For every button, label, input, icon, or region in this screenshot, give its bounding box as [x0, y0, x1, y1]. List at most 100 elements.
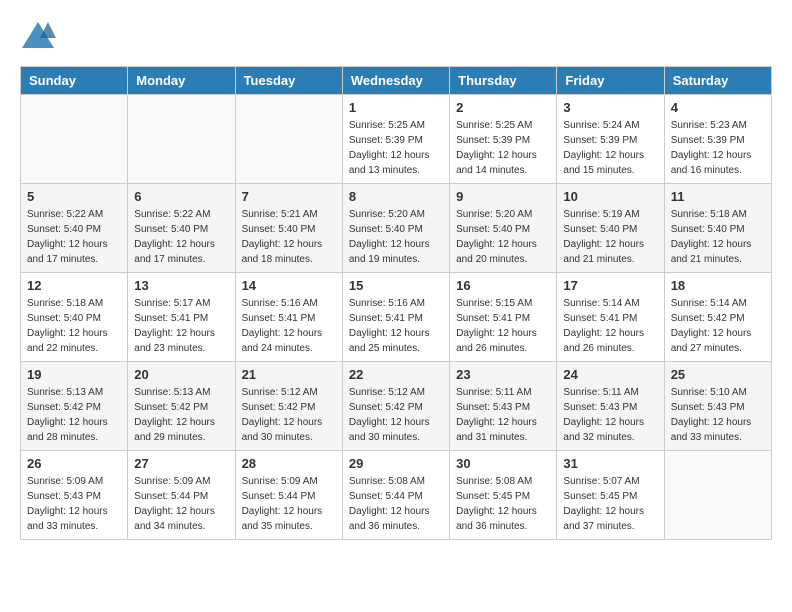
day-number: 10 [563, 189, 657, 204]
day-number: 11 [671, 189, 765, 204]
day-number: 20 [134, 367, 228, 382]
calendar-cell: 18 Sunrise: 5:14 AM Sunset: 5:42 PM Dayli… [664, 273, 771, 362]
day-info: Sunrise: 5:08 AM Sunset: 5:45 PM Dayligh… [456, 474, 550, 534]
calendar-header-row: SundayMondayTuesdayWednesdayThursdayFrid… [21, 67, 772, 95]
logo-icon [20, 20, 56, 50]
day-header-sunday: Sunday [21, 67, 128, 95]
day-number: 15 [349, 278, 443, 293]
day-number: 19 [27, 367, 121, 382]
day-info: Sunrise: 5:12 AM Sunset: 5:42 PM Dayligh… [349, 385, 443, 445]
day-info: Sunrise: 5:09 AM Sunset: 5:43 PM Dayligh… [27, 474, 121, 534]
day-header-monday: Monday [128, 67, 235, 95]
day-number: 7 [242, 189, 336, 204]
calendar-cell: 24 Sunrise: 5:11 AM Sunset: 5:43 PM Dayli… [557, 362, 664, 451]
calendar-cell: 14Sunrise: 5:16 AM Sunset: 5:41 PM Dayli… [235, 273, 342, 362]
day-info: Sunrise: 5:25 AM Sunset: 5:39 PM Dayligh… [349, 118, 443, 178]
calendar-cell: 9 Sunrise: 5:20 AM Sunset: 5:40 PM Daylig… [450, 184, 557, 273]
day-info: Sunrise: 5:08 AM Sunset: 5:44 PM Dayligh… [349, 474, 443, 534]
day-number: 31 [563, 456, 657, 471]
calendar-cell: 7 Sunrise: 5:21 AM Sunset: 5:40 PM Daylig… [235, 184, 342, 273]
calendar-week-row: 19 Sunrise: 5:13 AM Sunset: 5:42 PM Dayli… [21, 362, 772, 451]
calendar-cell: 1 Sunrise: 5:25 AM Sunset: 5:39 PM Daylig… [342, 95, 449, 184]
day-number: 25 [671, 367, 765, 382]
calendar-cell: 5Sunrise: 5:22 AM Sunset: 5:40 PM Daylig… [21, 184, 128, 273]
day-info: Sunrise: 5:20 AM Sunset: 5:40 PM Dayligh… [456, 207, 550, 267]
day-number: 2 [456, 100, 550, 115]
calendar-cell: 12Sunrise: 5:18 AM Sunset: 5:40 PM Dayli… [21, 273, 128, 362]
day-number: 28 [242, 456, 336, 471]
calendar-cell: 25 Sunrise: 5:10 AM Sunset: 5:43 PM Dayli… [664, 362, 771, 451]
day-number: 17 [563, 278, 657, 293]
calendar-cell: 4 Sunrise: 5:23 AM Sunset: 5:39 PM Daylig… [664, 95, 771, 184]
day-info: Sunrise: 5:16 AM Sunset: 5:41 PM Dayligh… [349, 296, 443, 356]
calendar-cell: 15 Sunrise: 5:16 AM Sunset: 5:41 PM Dayli… [342, 273, 449, 362]
calendar-cell: 19Sunrise: 5:13 AM Sunset: 5:42 PM Dayli… [21, 362, 128, 451]
calendar-cell: 27 Sunrise: 5:09 AM Sunset: 5:44 PM Dayli… [128, 451, 235, 540]
calendar-week-row: 1 Sunrise: 5:25 AM Sunset: 5:39 PM Daylig… [21, 95, 772, 184]
calendar-cell: 11 Sunrise: 5:18 AM Sunset: 5:40 PM Dayli… [664, 184, 771, 273]
day-number: 3 [563, 100, 657, 115]
day-number: 13 [134, 278, 228, 293]
day-info: Sunrise: 5:10 AM Sunset: 5:43 PM Dayligh… [671, 385, 765, 445]
calendar-cell: 23 Sunrise: 5:11 AM Sunset: 5:43 PM Dayli… [450, 362, 557, 451]
calendar-cell [235, 95, 342, 184]
calendar-cell: 10 Sunrise: 5:19 AM Sunset: 5:40 PM Dayli… [557, 184, 664, 273]
day-number: 24 [563, 367, 657, 382]
calendar-week-row: 5 Sunrise: 5:22 AM Sunset: 5:40 PM Daylig… [21, 184, 772, 273]
day-info: Sunrise: 5:11 AM Sunset: 5:43 PM Dayligh… [563, 385, 657, 445]
day-number: 4 [671, 100, 765, 115]
day-number: 22 [349, 367, 443, 382]
calendar-cell: 3 Sunrise: 5:24 AM Sunset: 5:39 PM Daylig… [557, 95, 664, 184]
day-number: 9 [456, 189, 550, 204]
calendar-cell: 2 Sunrise: 5:25 AM Sunset: 5:39 PM Daylig… [450, 95, 557, 184]
day-number: 27 [134, 456, 228, 471]
day-number: 29 [349, 456, 443, 471]
calendar-cell: 29 Sunrise: 5:08 AM Sunset: 5:44 PM Dayli… [342, 451, 449, 540]
day-info: Sunrise: 5:21 AM Sunset: 5:40 PM Dayligh… [242, 207, 336, 267]
day-info: Sunrise: 5:12 AM Sunset: 5:42 PM Dayligh… [242, 385, 336, 445]
day-info: Sunrise: 5:17 AM Sunset: 5:41 PM Dayligh… [134, 296, 228, 356]
day-number: 16 [456, 278, 550, 293]
calendar-cell: 8Sunrise: 5:20 AM Sunset: 5:40 PM Daylig… [342, 184, 449, 273]
day-info: Sunrise: 5:25 AM Sunset: 5:39 PM Dayligh… [456, 118, 550, 178]
calendar-cell: 26 Sunrise: 5:09 AM Sunset: 5:43 PM Dayli… [21, 451, 128, 540]
day-info: Sunrise: 5:09 AM Sunset: 5:44 PM Dayligh… [242, 474, 336, 534]
calendar-week-row: 26 Sunrise: 5:09 AM Sunset: 5:43 PM Dayli… [21, 451, 772, 540]
page-header [20, 20, 772, 50]
day-info: Sunrise: 5:22 AM Sunset: 5:40 PM Dayligh… [134, 207, 228, 267]
calendar-cell [664, 451, 771, 540]
day-info: Sunrise: 5:23 AM Sunset: 5:39 PM Dayligh… [671, 118, 765, 178]
day-number: 30 [456, 456, 550, 471]
day-info: Sunrise: 5:09 AM Sunset: 5:44 PM Dayligh… [134, 474, 228, 534]
day-info: Sunrise: 5:16 AM Sunset: 5:41 PM Dayligh… [242, 296, 336, 356]
day-info: Sunrise: 5:15 AM Sunset: 5:41 PM Dayligh… [456, 296, 550, 356]
calendar-cell [128, 95, 235, 184]
calendar-cell: 21Sunrise: 5:12 AM Sunset: 5:42 PM Dayli… [235, 362, 342, 451]
day-info: Sunrise: 5:14 AM Sunset: 5:42 PM Dayligh… [671, 296, 765, 356]
calendar-cell [21, 95, 128, 184]
day-header-friday: Friday [557, 67, 664, 95]
day-header-wednesday: Wednesday [342, 67, 449, 95]
calendar-cell: 30 Sunrise: 5:08 AM Sunset: 5:45 PM Dayli… [450, 451, 557, 540]
calendar-table: SundayMondayTuesdayWednesdayThursdayFrid… [20, 66, 772, 540]
day-number: 23 [456, 367, 550, 382]
calendar-week-row: 12Sunrise: 5:18 AM Sunset: 5:40 PM Dayli… [21, 273, 772, 362]
day-info: Sunrise: 5:24 AM Sunset: 5:39 PM Dayligh… [563, 118, 657, 178]
calendar-cell: 22 Sunrise: 5:12 AM Sunset: 5:42 PM Dayli… [342, 362, 449, 451]
day-number: 12 [27, 278, 121, 293]
day-number: 1 [349, 100, 443, 115]
calendar-cell: 13 Sunrise: 5:17 AM Sunset: 5:41 PM Dayli… [128, 273, 235, 362]
calendar-cell: 6Sunrise: 5:22 AM Sunset: 5:40 PM Daylig… [128, 184, 235, 273]
day-number: 26 [27, 456, 121, 471]
day-info: Sunrise: 5:13 AM Sunset: 5:42 PM Dayligh… [134, 385, 228, 445]
day-number: 5 [27, 189, 121, 204]
calendar-cell: 28 Sunrise: 5:09 AM Sunset: 5:44 PM Dayli… [235, 451, 342, 540]
calendar-cell: 20 Sunrise: 5:13 AM Sunset: 5:42 PM Dayli… [128, 362, 235, 451]
day-info: Sunrise: 5:19 AM Sunset: 5:40 PM Dayligh… [563, 207, 657, 267]
day-info: Sunrise: 5:11 AM Sunset: 5:43 PM Dayligh… [456, 385, 550, 445]
logo [20, 20, 58, 50]
day-info: Sunrise: 5:07 AM Sunset: 5:45 PM Dayligh… [563, 474, 657, 534]
calendar-cell: 16 Sunrise: 5:15 AM Sunset: 5:41 PM Dayli… [450, 273, 557, 362]
day-number: 18 [671, 278, 765, 293]
day-info: Sunrise: 5:18 AM Sunset: 5:40 PM Dayligh… [671, 207, 765, 267]
